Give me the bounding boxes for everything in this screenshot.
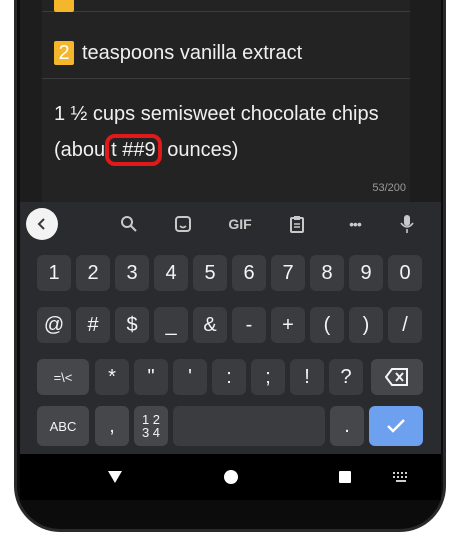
key-0[interactable]: 0 — [388, 255, 422, 291]
abc-key[interactable]: ABC — [37, 406, 89, 446]
key-colon[interactable]: : — [212, 359, 246, 395]
nav-home-icon — [224, 470, 238, 484]
line-text-before: (abou — [54, 139, 106, 161]
key-semicolon[interactable]: ; — [251, 359, 285, 395]
key-3[interactable]: 3 — [115, 255, 149, 291]
nav-recents-icon — [339, 471, 351, 483]
sticker-icon — [175, 216, 191, 232]
key-single-quote[interactable]: ' — [173, 359, 207, 395]
backspace-key[interactable] — [371, 359, 423, 395]
search-button[interactable] — [114, 210, 144, 238]
key-6[interactable]: 6 — [232, 255, 266, 291]
sticker-button[interactable] — [168, 210, 198, 238]
nav-back-icon — [108, 471, 122, 483]
clipboard-button[interactable] — [282, 210, 312, 238]
ingredient-row-partial — [42, 0, 410, 12]
ingredient-badge: 2 — [54, 41, 74, 65]
screen: 2 teaspoons vanilla extract 1 ½ cups sem… — [20, 0, 441, 500]
key-7[interactable]: 7 — [271, 255, 305, 291]
key-5[interactable]: 5 — [193, 255, 227, 291]
nav-back-button[interactable] — [104, 466, 126, 488]
key-period[interactable]: . — [330, 406, 364, 446]
ingredient-line-2: (abou t ##9 ounces) — [54, 132, 404, 168]
clipboard-icon — [290, 216, 304, 233]
key-1[interactable]: 1 — [37, 255, 71, 291]
line-text-after: ounces) — [167, 139, 239, 161]
more-button[interactable]: ••• — [338, 210, 372, 238]
numpad-bottom: 3 4 — [141, 425, 161, 440]
highlighted-text: t ##9 — [105, 134, 162, 166]
keyboard-icon — [393, 472, 407, 482]
key-slash[interactable]: / — [388, 307, 422, 343]
nav-home-button[interactable] — [220, 466, 242, 488]
key-underscore[interactable]: _ — [154, 307, 188, 343]
enter-key[interactable] — [369, 406, 423, 446]
space-key[interactable] — [173, 406, 325, 446]
key-minus[interactable]: - — [232, 307, 266, 343]
keyboard-toolbar: GIF ••• — [20, 202, 441, 246]
key-at[interactable]: @ — [37, 307, 71, 343]
key-exclamation[interactable]: ! — [290, 359, 324, 395]
key-hash[interactable]: # — [76, 307, 110, 343]
key-comma[interactable]: , — [95, 406, 129, 446]
key-more-symbols[interactable]: =\< — [37, 359, 89, 395]
key-close-paren[interactable]: ) — [349, 307, 383, 343]
key-2[interactable]: 2 — [76, 255, 110, 291]
key-asterisk[interactable]: * — [95, 359, 129, 395]
keyboard-switch-button[interactable] — [390, 466, 412, 488]
mic-button[interactable] — [392, 210, 422, 238]
keyboard: GIF ••• 1 2 3 4 5 6 7 8 9 0 @ # $ _ & - … — [20, 202, 441, 454]
mic-icon — [400, 215, 414, 233]
ingredient-line-1: 1 ½ cups semisweet chocolate chips — [54, 103, 379, 125]
chevron-left-icon — [37, 218, 45, 230]
gif-button[interactable]: GIF — [220, 210, 260, 238]
key-question[interactable]: ? — [329, 359, 363, 395]
ingredient-row[interactable]: 2 teaspoons vanilla extract — [42, 13, 410, 79]
key-4[interactable]: 4 — [154, 255, 188, 291]
key-dollar[interactable]: $ — [115, 307, 149, 343]
ingredient-text: teaspoons vanilla extract — [82, 42, 303, 64]
key-ampersand[interactable]: & — [193, 307, 227, 343]
checkmark-icon — [387, 419, 405, 433]
key-double-quote[interactable]: " — [134, 359, 168, 395]
ingredient-text-field[interactable]: 1 ½ cups semisweet chocolate chips (abou… — [54, 96, 404, 168]
nav-recents-button[interactable] — [334, 466, 356, 488]
character-counter: 53/200 — [372, 182, 406, 194]
numpad-key[interactable]: 1 2 3 4 — [134, 406, 168, 446]
navigation-bar — [20, 454, 441, 500]
recipe-ingredients: 2 teaspoons vanilla extract 1 ½ cups sem… — [42, 0, 410, 202]
back-button[interactable] — [26, 208, 58, 240]
key-8[interactable]: 8 — [310, 255, 344, 291]
key-9[interactable]: 9 — [349, 255, 383, 291]
key-open-paren[interactable]: ( — [310, 307, 344, 343]
ingredient-badge — [54, 0, 74, 12]
search-icon — [121, 216, 137, 232]
backspace-icon — [385, 368, 408, 386]
key-plus[interactable]: + — [271, 307, 305, 343]
